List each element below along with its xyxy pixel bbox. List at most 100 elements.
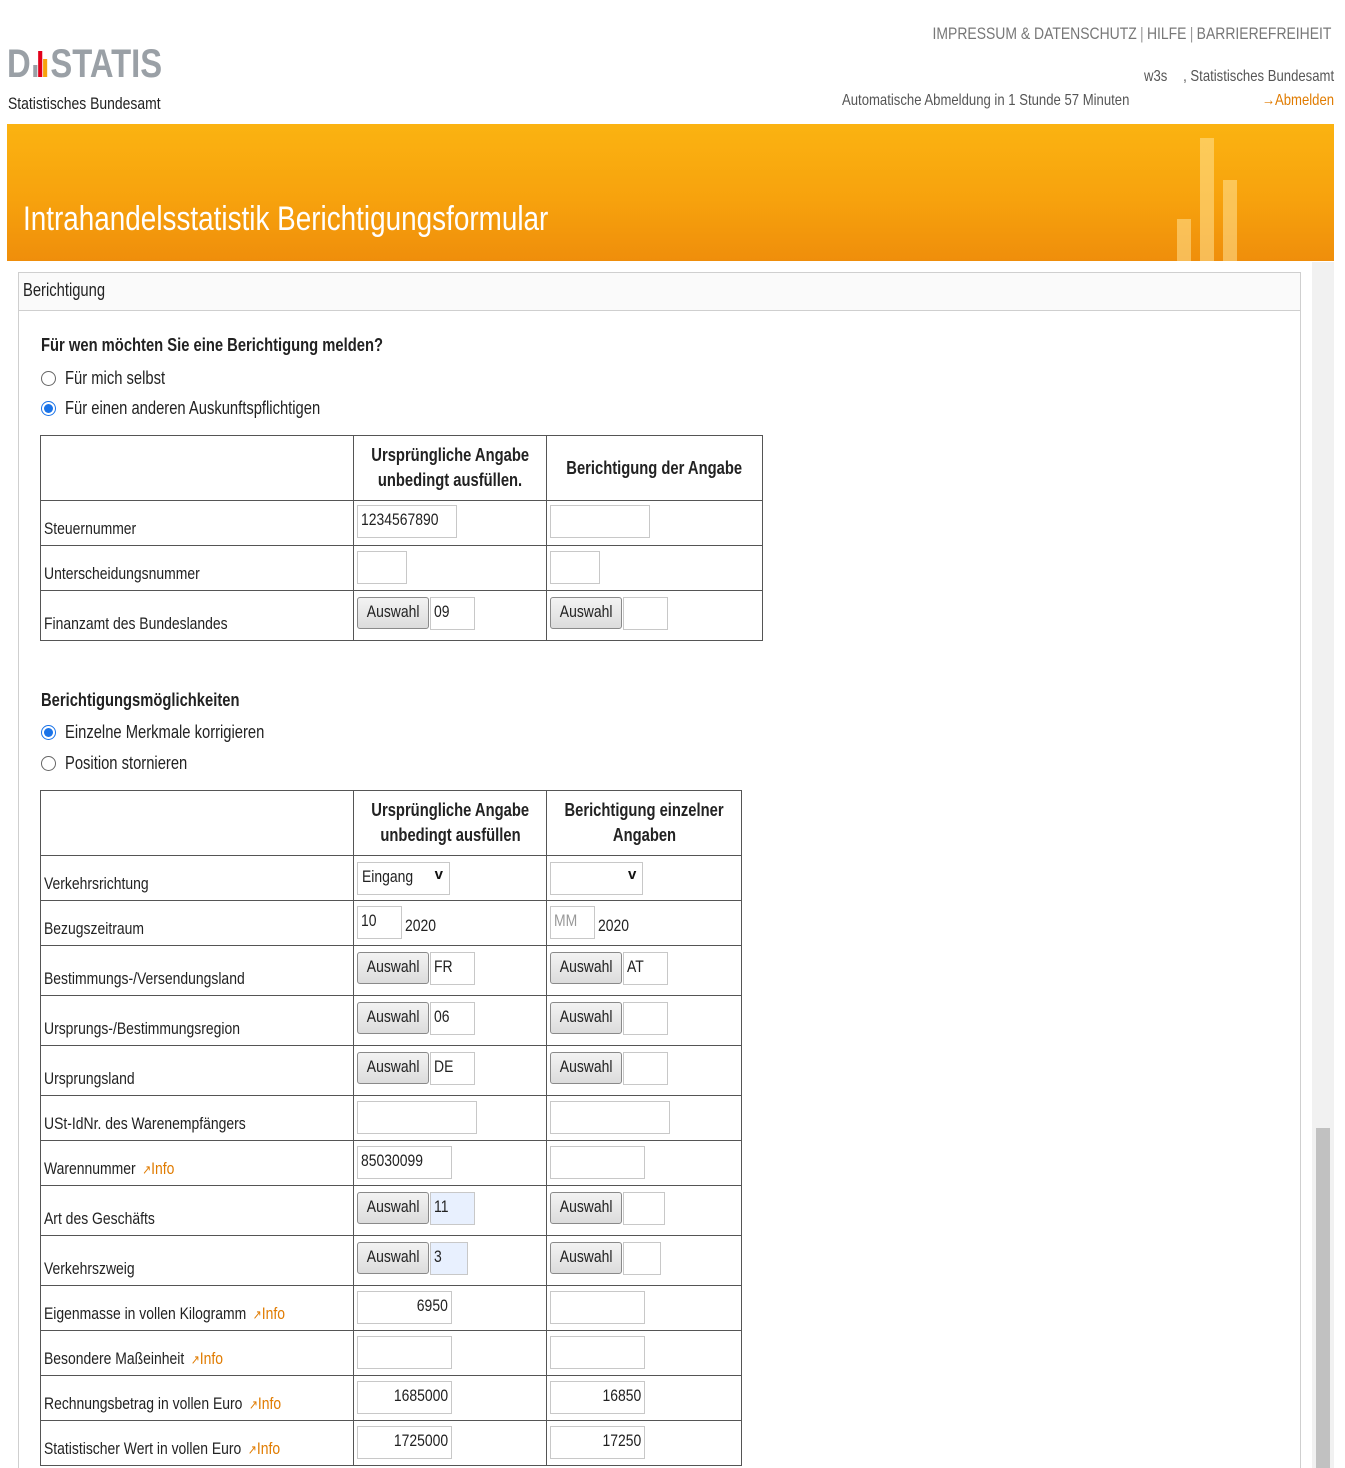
ursprungsland-correction-input[interactable]	[623, 1052, 669, 1085]
masseinheit-correction-input[interactable]	[550, 1336, 646, 1369]
reporter-table: Ursprüngliche Angabe unbedingt ausfüllen.…	[40, 435, 763, 641]
reporter-question: Für wen möchten Sie eine Berichtigung me…	[41, 335, 383, 355]
art-geschaeft-original-auswahl-button[interactable]: Auswahl	[357, 1192, 429, 1224]
radio-button-checked[interactable]	[41, 400, 56, 416]
rechnungsbetrag-original-input[interactable]: 1685000	[357, 1381, 452, 1414]
scrollbar-thumb[interactable]	[1316, 1128, 1330, 1468]
radio-option-cancel-position[interactable]: Position stornieren	[41, 752, 214, 774]
bezugszeitraum-correction-month-input[interactable]: MM	[550, 906, 596, 939]
radio-option-correct-fields[interactable]: Einzelne Merkmale korrigieren	[41, 721, 308, 743]
region-correction-auswahl-button[interactable]: Auswahl	[550, 1002, 623, 1034]
stat-wert-correction-input[interactable]: 17250	[550, 1426, 646, 1459]
finanzamt-original-input[interactable]: 09	[430, 597, 475, 630]
row-label: Ursprungs-/Bestimmungsregion	[40, 995, 354, 1046]
row-label: Bestimmungs-/Versendungsland	[40, 945, 354, 996]
col-original-header: Ursprüngliche Angabe unbedingt ausfüllen	[352, 790, 548, 856]
row-label: Verkehrsrichtung	[40, 855, 354, 901]
bestimmungsland-correction-auswahl-button[interactable]: Auswahl	[550, 952, 623, 984]
autologout-text: Automatische Abmeldung in 1 Stunde 57 Mi…	[842, 92, 1130, 109]
masseinheit-info-link[interactable]: ↗Info	[191, 1349, 223, 1368]
eigenmasse-info-link[interactable]: ↗Info	[253, 1304, 285, 1323]
verkehrszweig-correction-input[interactable]	[623, 1242, 662, 1275]
ursprungsland-original-input[interactable]: DE	[430, 1052, 475, 1085]
col-original-header: Ursprüngliche Angabe unbedingt ausfüllen.	[352, 435, 548, 501]
region-correction-input[interactable]	[623, 1002, 669, 1035]
empty-header	[40, 790, 354, 856]
ustid-original-input[interactable]	[357, 1101, 477, 1134]
row-label: Statistischer Wert in vollen Euro ↗Info	[40, 1420, 354, 1466]
ursprungsland-original-auswahl-button[interactable]: Auswahl	[357, 1052, 429, 1084]
finanzamt-correction-input[interactable]	[623, 597, 669, 630]
bezugszeitraum-original-year: 2020	[405, 916, 437, 935]
art-geschaeft-correction-input[interactable]	[623, 1192, 666, 1225]
banner-bar-decoration	[1223, 180, 1237, 261]
verkehrsrichtung-original-select[interactable]: Eingang v	[357, 862, 450, 895]
empty-header	[40, 435, 354, 501]
radio-button[interactable]	[41, 755, 56, 771]
correction-panel: Berichtigung Für wen möchten Sie eine Be…	[18, 272, 1301, 1468]
row-label: Ursprungsland	[40, 1045, 354, 1096]
barrierefreiheit-link[interactable]: BARRIEREFREIHEIT	[1196, 24, 1331, 43]
warennummer-correction-input[interactable]	[550, 1146, 646, 1179]
correction-options-title: Berichtigungsmöglichkeiten	[41, 690, 240, 710]
row-label: Rechnungsbetrag in vollen Euro ↗Info	[40, 1375, 354, 1421]
region-original-input[interactable]: 06	[430, 1002, 475, 1035]
art-geschaeft-correction-auswahl-button[interactable]: Auswahl	[550, 1192, 623, 1224]
radio-option-other[interactable]: Für einen anderen Auskunftspflichtigen	[41, 397, 376, 419]
ursprungsland-correction-auswahl-button[interactable]: Auswahl	[550, 1052, 623, 1084]
eigenmasse-original-input[interactable]: 6950	[357, 1291, 452, 1324]
verkehrszweig-original-input[interactable]: 3	[430, 1242, 468, 1275]
external-link-icon: ↗	[190, 1352, 200, 1367]
region-original-auswahl-button[interactable]: Auswahl	[357, 1002, 429, 1034]
verkehrszweig-original-auswahl-button[interactable]: Auswahl	[357, 1242, 429, 1274]
steuernummer-correction-input[interactable]	[550, 505, 651, 538]
ustid-correction-input[interactable]	[550, 1101, 671, 1134]
bestimmungsland-original-input[interactable]: FR	[430, 952, 475, 985]
col-correction-header: Berichtigung der Angabe	[546, 435, 763, 501]
page-title: Intrahandelsstatistik Berichtigungsformu…	[23, 200, 549, 238]
radio-button-checked[interactable]	[41, 724, 56, 740]
external-link-icon: ↗	[252, 1307, 262, 1322]
row-label: Verkehrszweig	[40, 1235, 354, 1286]
rechnungsbetrag-correction-input[interactable]: 16850	[550, 1381, 646, 1414]
bezugszeitraum-original-month-input[interactable]: 10	[357, 906, 402, 939]
rechnungsbetrag-info-link[interactable]: ↗Info	[249, 1394, 281, 1413]
unterscheidungsnummer-correction-input[interactable]	[550, 551, 601, 584]
verkehrszweig-correction-auswahl-button[interactable]: Auswahl	[550, 1242, 623, 1274]
organisation-name: , Statistisches Bundesamt	[1183, 68, 1334, 85]
logo-letter-d: D	[7, 42, 31, 86]
stat-wert-original-input[interactable]: 1725000	[357, 1426, 452, 1459]
bestimmungsland-original-auswahl-button[interactable]: Auswahl	[357, 952, 429, 984]
verkehrsrichtung-correction-select[interactable]: v	[550, 862, 644, 895]
external-link-icon: ↗	[248, 1397, 258, 1412]
bestimmungsland-correction-input[interactable]: AT	[623, 952, 669, 985]
external-link-icon: ↗	[247, 1442, 257, 1457]
row-label: Finanzamt des Bundeslandes	[40, 590, 354, 641]
header: D STATIS Statistisches Bundesamt IMPRESSU…	[0, 0, 1345, 124]
row-label: Eigenmasse in vollen Kilogramm ↗Info	[40, 1285, 354, 1331]
row-label: Unterscheidungsnummer	[40, 545, 354, 591]
finanzamt-original-auswahl-button[interactable]: Auswahl	[357, 597, 429, 629]
logo-bars-icon	[32, 51, 50, 77]
steuernummer-original-input[interactable]: 1234567890	[357, 505, 457, 538]
warennummer-original-input[interactable]: 85030099	[357, 1146, 452, 1179]
logout-arrow-icon: →	[1261, 92, 1275, 109]
radio-option-self[interactable]: Für mich selbst	[41, 367, 187, 389]
row-label: Besondere Maßeinheit ↗Info	[40, 1330, 354, 1376]
title-banner: Intrahandelsstatistik Berichtigungsformu…	[7, 124, 1334, 261]
unterscheidungsnummer-original-input[interactable]	[357, 551, 407, 584]
radio-button[interactable]	[41, 370, 56, 386]
eigenmasse-correction-input[interactable]	[550, 1291, 646, 1324]
hilfe-link[interactable]: HILFE	[1147, 24, 1187, 43]
logo-text: STATIS	[50, 42, 163, 86]
warennummer-info-link[interactable]: ↗Info	[142, 1159, 174, 1178]
masseinheit-original-input[interactable]	[357, 1336, 452, 1369]
row-label: Warennummer ↗Info	[40, 1140, 354, 1186]
stat-wert-info-link[interactable]: ↗Info	[248, 1439, 280, 1458]
art-geschaeft-original-input[interactable]: 11	[430, 1192, 475, 1225]
logout-link[interactable]: →Abmelden	[1246, 92, 1334, 110]
impressum-link[interactable]: IMPRESSUM & DATENSCHUTZ	[932, 24, 1136, 43]
finanzamt-correction-auswahl-button[interactable]: Auswahl	[550, 597, 623, 629]
row-label: Bezugszeitraum	[40, 900, 354, 946]
destatis-logo[interactable]: D STATIS	[7, 42, 196, 86]
